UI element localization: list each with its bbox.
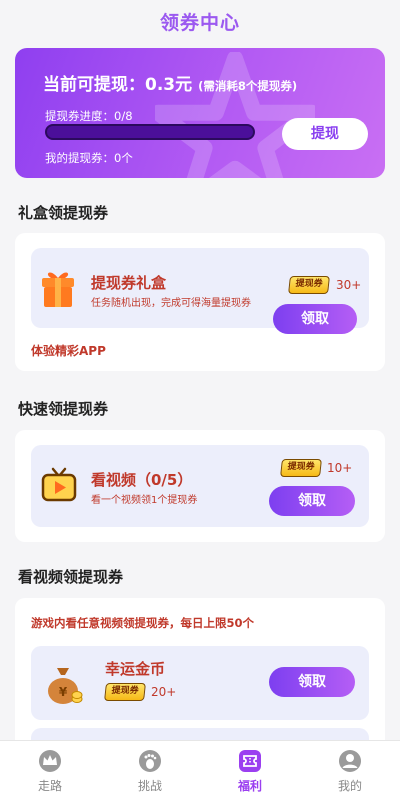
gift-box-desc: 任务随机出现，完成可得海量提现券 <box>91 298 251 309</box>
gift-box-icon <box>42 272 74 307</box>
page-title: 领券中心 <box>159 12 240 34</box>
lucky-coin-name: 幸运金币 <box>105 660 166 678</box>
current-withdrawable: 当前可提现：0.3元 (需消耗8个提现券) <box>43 70 297 95</box>
experience-app-label: 体验精彩APP <box>31 344 106 358</box>
tab-challenge[interactable]: 挑战 <box>100 741 200 801</box>
tab-welfare[interactable]: 福利 <box>200 741 300 801</box>
tab-label: 挑战 <box>137 779 162 793</box>
claim-gift-button[interactable]: 领取 <box>273 304 357 334</box>
my-tickets-label: 我的提现券：0个 <box>45 151 133 165</box>
tab-mine[interactable]: 我的 <box>300 741 400 801</box>
header: 领券中心 <box>0 0 400 40</box>
withdraw-summary-card: 当前可提现：0.3元 (需消耗8个提现券) 提现券进度：0/8 我的提现券：0个 … <box>15 48 385 178</box>
user-icon <box>339 750 361 772</box>
ticket-count: 20+ <box>151 685 177 699</box>
progress-bar <box>45 124 255 140</box>
crown-icon <box>39 750 61 772</box>
svg-text:¥: ¥ <box>59 685 68 699</box>
gift-section-card: 提现券礼盒 任务随机出现，完成可得海量提现券 提现券 30+ 领取 体验精彩AP… <box>15 233 385 371</box>
current-amount-label: 当前可提现：0.3元 <box>43 75 193 95</box>
claim-coin-button[interactable]: 领取 <box>269 667 355 697</box>
claim-video-button[interactable]: 领取 <box>269 486 355 516</box>
gift-box-item: 提现券礼盒 任务随机出现，完成可得海量提现券 提现券 30+ 领取 <box>31 248 369 334</box>
gift-box-name: 提现券礼盒 <box>91 274 167 292</box>
watch-video-desc: 看一个视频领1个提现券 <box>91 495 198 506</box>
ticket-badge: 提现券 <box>280 459 322 477</box>
quick-section-card: 看视频（0/5） 看一个视频领1个提现券 提现券 10+ 领取 <box>15 430 385 542</box>
ticket-count: 10+ <box>327 461 353 475</box>
watch-video-item: 看视频（0/5） 看一个视频领1个提现券 提现券 10+ 领取 <box>31 445 369 527</box>
watch-video-name: 看视频（0/5） <box>91 471 193 489</box>
consume-note: (需消耗8个提现券) <box>198 79 298 93</box>
tab-label: 福利 <box>237 779 262 793</box>
video-section-title: 看视频领提现券 <box>18 568 124 586</box>
ticket-count: 30+ <box>336 278 362 292</box>
ticket-icon <box>239 750 261 772</box>
tab-label: 走路 <box>37 779 62 793</box>
bottom-tab-bar: 走路 挑战 福利 我的 <box>0 740 400 801</box>
money-bag-icon: ¥ <box>48 668 83 704</box>
video-section-notice: 游戏内看任意视频领提现券，每日上限50个 <box>31 616 255 630</box>
footprint-icon <box>139 750 161 772</box>
video-section-card: 游戏内看任意视频领提现券，每日上限50个 ¥ 幸运金币 提现券 20+ 领取 <box>15 598 385 758</box>
tv-video-icon <box>41 467 77 502</box>
ticket-badge: 提现券 <box>104 683 146 701</box>
withdraw-button[interactable]: 提现 <box>282 118 368 150</box>
gift-section-title: 礼盒领提现券 <box>18 204 109 222</box>
tab-walk[interactable]: 走路 <box>0 741 100 801</box>
quick-section-title: 快速领提现券 <box>18 400 109 418</box>
ticket-badge: 提现券 <box>288 276 330 294</box>
progress-label: 提现券进度：0/8 <box>45 109 133 123</box>
lucky-coin-item: ¥ 幸运金币 提现券 20+ 领取 <box>31 646 369 720</box>
tab-label: 我的 <box>337 779 362 793</box>
